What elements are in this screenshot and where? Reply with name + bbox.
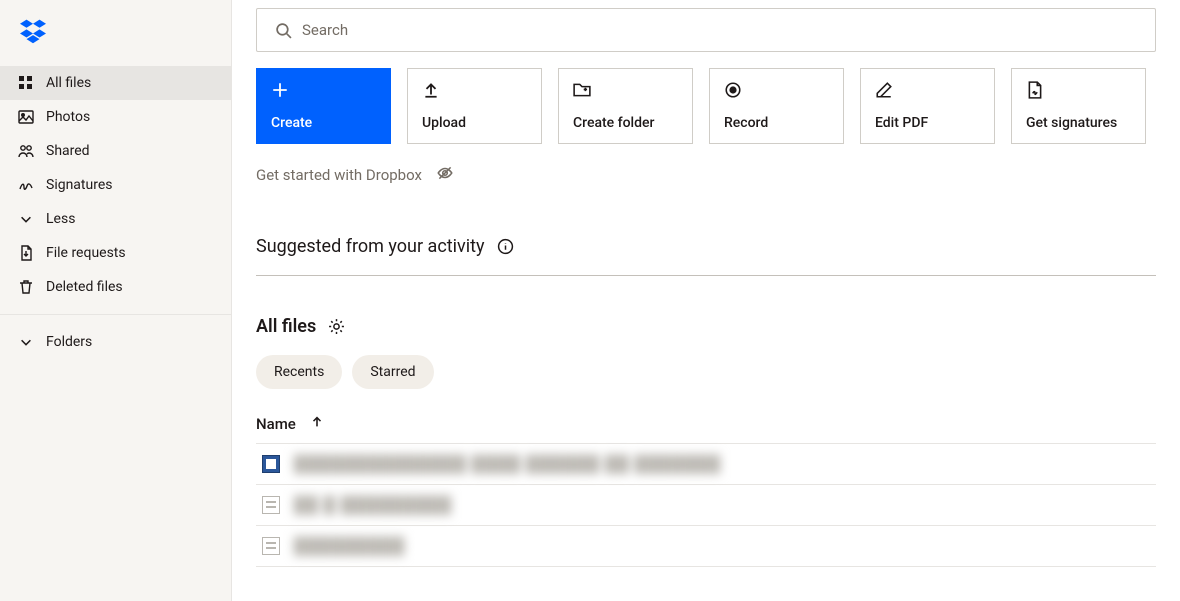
action-label: Record bbox=[724, 115, 829, 131]
suggested-title: Suggested from your activity bbox=[256, 236, 485, 257]
file-row[interactable]: ██ █ █████████ bbox=[256, 484, 1156, 525]
all-files-title: All files bbox=[256, 316, 316, 337]
action-bar: Create Upload Create folder Record Edit … bbox=[256, 68, 1156, 144]
grid-icon bbox=[18, 75, 34, 91]
action-label: Get signatures bbox=[1026, 115, 1131, 131]
dropbox-logo[interactable] bbox=[0, 0, 231, 66]
plus-icon bbox=[271, 81, 289, 99]
search-placeholder: Search bbox=[302, 21, 348, 39]
photo-icon bbox=[18, 109, 34, 125]
column-name-label: Name bbox=[256, 415, 296, 433]
sidebar-item-label: Less bbox=[46, 211, 75, 227]
column-header-name[interactable]: Name bbox=[256, 415, 1156, 433]
sidebar-item-label: Shared bbox=[46, 143, 90, 159]
word-file-icon bbox=[262, 455, 280, 473]
suggested-section: Suggested from your activity bbox=[256, 236, 1156, 276]
file-request-icon bbox=[18, 245, 34, 261]
file-row[interactable]: ██████████████ ████ ██████ ██ ███████ bbox=[256, 443, 1156, 484]
search-input[interactable]: Search bbox=[256, 8, 1156, 52]
sidebar-item-label: Deleted files bbox=[46, 279, 123, 295]
folder-plus-icon bbox=[573, 81, 591, 99]
sidebar-item-label: Signatures bbox=[46, 177, 113, 193]
file-name: ██ █ █████████ bbox=[294, 495, 452, 515]
action-label: Create bbox=[271, 115, 376, 131]
sidebar-item-label: Folders bbox=[46, 334, 92, 350]
edit-pdf-button[interactable]: Edit PDF bbox=[860, 68, 995, 144]
get-signatures-button[interactable]: Get signatures bbox=[1011, 68, 1146, 144]
file-name: █████████ bbox=[294, 536, 405, 556]
upload-icon bbox=[422, 81, 440, 99]
chip-starred[interactable]: Starred bbox=[352, 355, 433, 389]
record-icon bbox=[724, 81, 742, 99]
sidebar-nav: All files Photos Shared Signatures Less … bbox=[0, 66, 231, 304]
sidebar-item-label: File requests bbox=[46, 245, 126, 261]
sidebar-item-file-requests[interactable]: File requests bbox=[0, 236, 231, 270]
hide-icon[interactable] bbox=[436, 164, 454, 186]
info-icon[interactable] bbox=[497, 238, 514, 255]
file-signature-icon bbox=[1026, 81, 1044, 99]
chevron-down-icon bbox=[18, 211, 34, 227]
upload-button[interactable]: Upload bbox=[407, 68, 542, 144]
sidebar: All files Photos Shared Signatures Less … bbox=[0, 0, 232, 601]
all-files-title-row: All files bbox=[256, 316, 1156, 337]
file-list: ██████████████ ████ ██████ ██ ███████ ██… bbox=[256, 443, 1156, 567]
action-label: Upload bbox=[422, 115, 527, 131]
action-label: Edit PDF bbox=[875, 115, 980, 131]
file-name: ██████████████ ████ ██████ ██ ███████ bbox=[294, 454, 721, 474]
sidebar-item-label: Photos bbox=[46, 109, 90, 125]
sort-asc-icon bbox=[310, 415, 324, 433]
chip-recents[interactable]: Recents bbox=[256, 355, 342, 389]
doc-file-icon bbox=[262, 496, 280, 514]
create-folder-button[interactable]: Create folder bbox=[558, 68, 693, 144]
sidebar-item-all-files[interactable]: All files bbox=[0, 66, 231, 100]
action-label: Create folder bbox=[573, 115, 678, 131]
suggested-title-row: Suggested from your activity bbox=[256, 236, 1156, 276]
sidebar-item-photos[interactable]: Photos bbox=[0, 100, 231, 134]
chevron-down-icon bbox=[18, 334, 34, 350]
gear-icon[interactable] bbox=[328, 318, 345, 335]
search-icon bbox=[275, 22, 292, 39]
filter-chips: Recents Starred bbox=[256, 355, 1156, 389]
main-content: Search Create Upload Create folder Recor… bbox=[232, 0, 1180, 601]
trash-icon bbox=[18, 279, 34, 295]
file-row[interactable]: █████████ bbox=[256, 525, 1156, 567]
record-button[interactable]: Record bbox=[709, 68, 844, 144]
sidebar-item-shared[interactable]: Shared bbox=[0, 134, 231, 168]
create-button[interactable]: Create bbox=[256, 68, 391, 144]
doc-file-icon bbox=[262, 537, 280, 555]
pencil-icon bbox=[875, 81, 893, 99]
sidebar-item-folders[interactable]: Folders bbox=[0, 325, 231, 359]
sidebar-item-deleted-files[interactable]: Deleted files bbox=[0, 270, 231, 304]
signature-icon bbox=[18, 177, 34, 193]
sidebar-item-less[interactable]: Less bbox=[0, 202, 231, 236]
get-started-text: Get started with Dropbox bbox=[256, 166, 422, 184]
shared-icon bbox=[18, 143, 34, 159]
all-files-section: All files Recents Starred Name █████████… bbox=[256, 316, 1156, 567]
get-started-row: Get started with Dropbox bbox=[256, 164, 1156, 186]
sidebar-divider bbox=[0, 314, 231, 315]
sidebar-item-signatures[interactable]: Signatures bbox=[0, 168, 231, 202]
sidebar-item-label: All files bbox=[46, 75, 91, 91]
